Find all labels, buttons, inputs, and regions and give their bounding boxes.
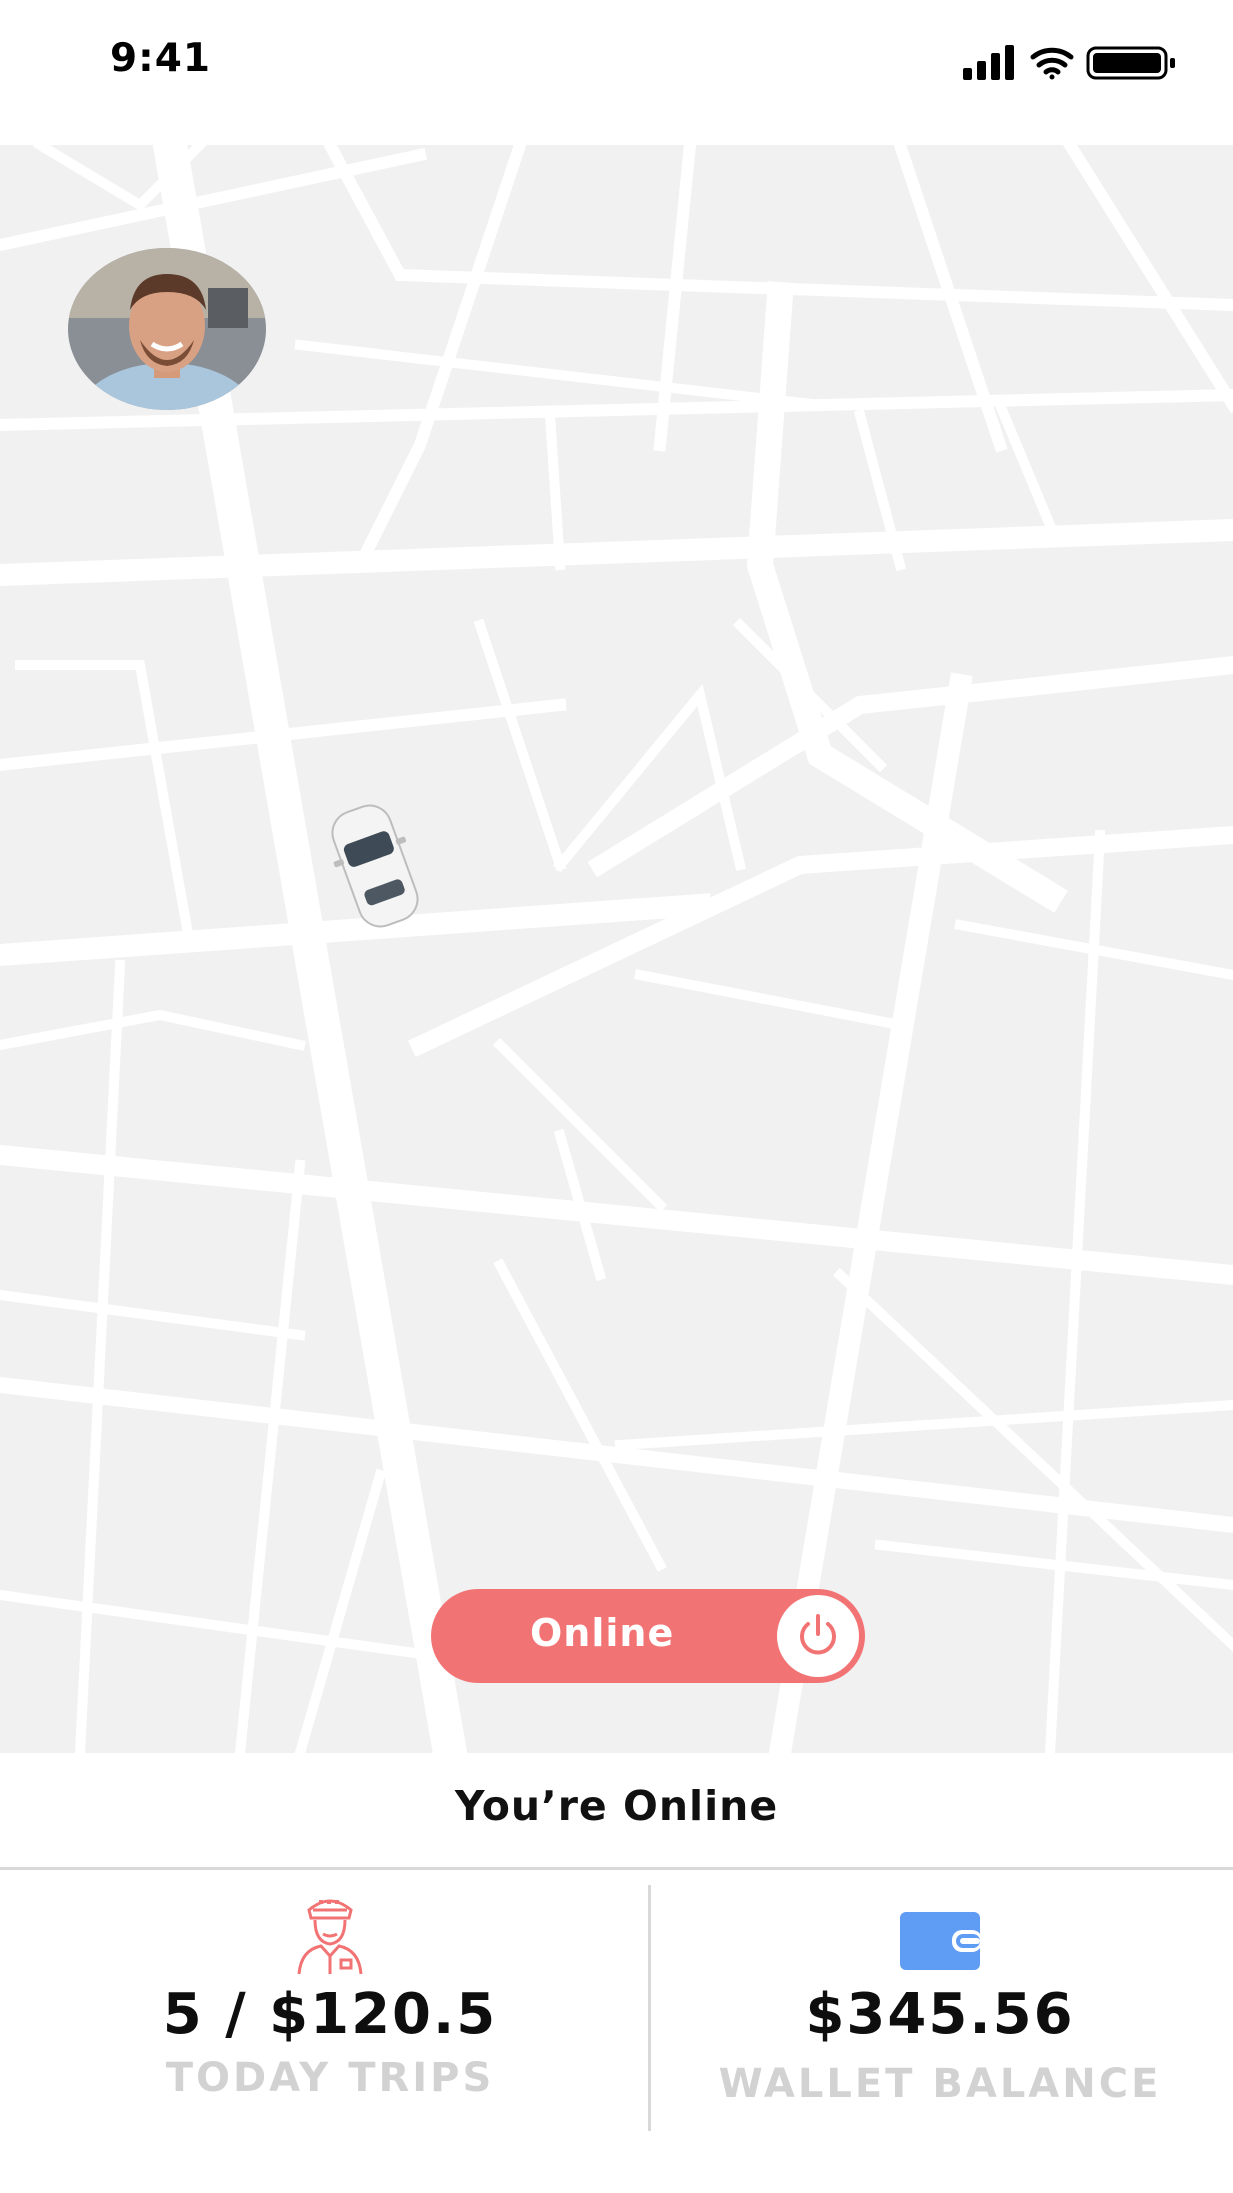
online-toggle[interactable]: Online [431, 1589, 865, 1683]
online-status-text: You’re Online [454, 1782, 779, 1830]
wallet-balance-label: WALLET BALANCE [718, 2061, 1162, 2107]
status-time: 9:41 [110, 36, 212, 81]
power-icon [800, 1614, 836, 1655]
car-icon [315, 796, 455, 940]
map-view[interactable] [0, 145, 1233, 1753]
today-trips-label: TODAY TRIPS [165, 2055, 495, 2101]
wallet-balance-stat[interactable]: $345.56 WALLET BALANCE [680, 1890, 1200, 2107]
toggle-label: Online [530, 1611, 675, 1655]
driver-icon [297, 1899, 363, 1975]
driver-avatar[interactable] [68, 248, 266, 410]
wallet-icon [900, 1912, 980, 1970]
battery-icon [1086, 46, 1175, 80]
divider [648, 1885, 651, 2131]
wifi-icon [1030, 47, 1074, 80]
wallet-balance-value: $345.56 [805, 1982, 1075, 2047]
divider [0, 1867, 1233, 1870]
today-trips-stat[interactable]: 5 / $120.5 TODAY TRIPS [110, 1890, 550, 2101]
toggle-knob[interactable] [777, 1595, 859, 1677]
signal-icon [963, 45, 1014, 80]
status-bar: 9:41 [0, 0, 1233, 145]
status-icons [963, 44, 1185, 80]
today-trips-value: 5 / $120.5 [162, 1982, 498, 2047]
